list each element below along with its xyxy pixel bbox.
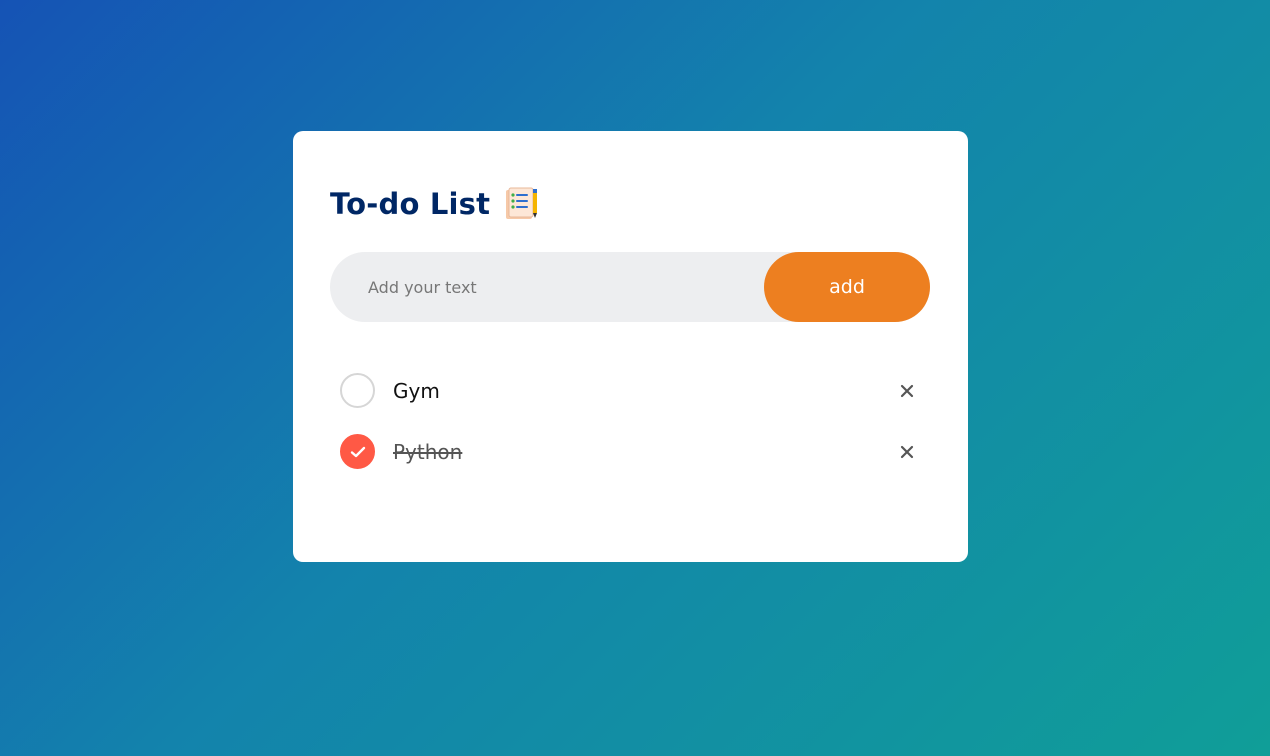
todo-card: To-do List add Gym [293,131,968,562]
add-button[interactable]: add [764,252,930,322]
task-label: Python [393,439,463,464]
notepad-checklist-icon [504,187,540,221]
page-title: To-do List [330,187,491,221]
header: To-do List [330,186,931,222]
task-item-gym[interactable]: Gym [330,360,931,421]
check-icon[interactable] [340,434,375,469]
add-task-bar: add [330,252,930,322]
task-item-python[interactable]: Python [330,421,931,482]
close-icon[interactable] [895,379,919,403]
circle-unchecked-icon[interactable] [340,373,375,408]
close-icon[interactable] [895,440,919,464]
task-label: Gym [393,378,440,403]
task-list: Gym Python [330,360,931,482]
task-input[interactable] [330,252,764,322]
